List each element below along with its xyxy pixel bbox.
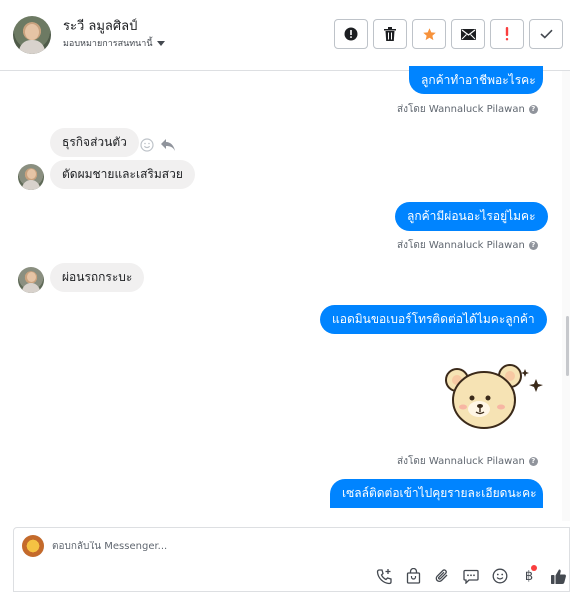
star-button[interactable] xyxy=(412,19,446,49)
attach-button[interactable] xyxy=(432,566,452,586)
thumbs-up-icon xyxy=(550,569,566,584)
alert-circle-icon xyxy=(344,27,358,41)
composer-tools: ฿ xyxy=(374,565,568,586)
flag-button[interactable] xyxy=(490,19,524,49)
message-tools xyxy=(140,138,176,152)
page-avatar xyxy=(22,535,44,557)
incoming-message[interactable]: ธุรกิจส่วนตัว xyxy=(50,128,139,157)
envelope-icon xyxy=(460,28,476,40)
sent-by-label: ส่งโดย Wannaluck Pilawan? xyxy=(397,454,538,469)
assign-conversation-dropdown[interactable]: มอบหมายการสนทนานี้ xyxy=(63,36,165,50)
shopping-bag-icon xyxy=(406,568,420,584)
scrollbar-thumb[interactable] xyxy=(566,316,569,376)
smiley-icon xyxy=(492,568,508,584)
incoming-message[interactable]: ผ่อนรถกระบะ xyxy=(50,263,145,292)
bear-sticker[interactable] xyxy=(443,363,548,433)
call-button[interactable] xyxy=(374,566,394,586)
chat-bubble-icon xyxy=(463,569,479,584)
outgoing-message[interactable]: ลูกค้าทำอาชีพอะไรคะ xyxy=(409,66,543,94)
sent-by-label: ส่งโดย Wannaluck Pilawan? xyxy=(397,238,538,253)
question-icon[interactable]: ? xyxy=(528,241,538,250)
avatar[interactable] xyxy=(18,267,44,293)
avatar[interactable] xyxy=(18,164,44,190)
avatar[interactable] xyxy=(13,16,51,54)
assign-label: มอบหมายการสนทนานี้ xyxy=(63,39,153,49)
outgoing-message[interactable]: เซลล์ติดต่อเข้าไปคุยรายละเอียดนะคะ xyxy=(330,479,543,508)
shop-button[interactable] xyxy=(403,566,423,586)
reply-icon[interactable] xyxy=(160,138,176,152)
phone-plus-icon xyxy=(376,568,392,584)
star-icon xyxy=(422,27,436,40)
reply-composer: ฿ xyxy=(13,527,570,592)
incoming-message[interactable]: ตัดผมชายและเสริมสวย xyxy=(50,160,195,189)
exclamation-icon xyxy=(505,27,509,41)
saved-reply-button[interactable] xyxy=(461,566,481,586)
question-icon[interactable]: ? xyxy=(528,457,538,466)
chevron-down-icon xyxy=(156,40,165,46)
scrollbar-track[interactable] xyxy=(562,71,570,521)
reply-input[interactable] xyxy=(52,541,492,552)
question-icon[interactable]: ? xyxy=(528,105,538,114)
smiley-icon[interactable] xyxy=(140,138,154,152)
header-actions xyxy=(334,19,563,49)
mark-unread-button[interactable] xyxy=(451,19,485,49)
like-button[interactable] xyxy=(548,566,568,586)
outgoing-message[interactable]: ลูกค้ามีผ่อนอะไรอยู่ไมคะ xyxy=(395,202,548,231)
messenger-conversation: ระวี ลมูลศิลป์ มอบหมายการสนทนานี้ ลูกค้า… xyxy=(0,0,570,592)
outgoing-message[interactable]: แอดมินขอเบอร์โทรติดต่อได้ไมคะลูกค้า xyxy=(320,305,547,334)
contact-name[interactable]: ระวี ลมูลศิลป์ xyxy=(63,15,137,36)
delete-button[interactable] xyxy=(373,19,407,49)
check-icon xyxy=(539,29,553,39)
conversation-header: ระวี ลมูลศิลป์ มอบหมายการสนทนานี้ xyxy=(0,0,570,71)
bear-sticker-icon xyxy=(445,364,543,429)
trash-icon xyxy=(384,27,396,41)
done-button[interactable] xyxy=(529,19,563,49)
paperclip-icon xyxy=(435,569,448,583)
report-button[interactable] xyxy=(334,19,368,49)
emoji-button[interactable] xyxy=(490,566,510,586)
sent-by-label: ส่งโดย Wannaluck Pilawan? xyxy=(397,102,538,117)
payment-button[interactable]: ฿ xyxy=(519,565,539,586)
notification-dot xyxy=(531,565,537,571)
